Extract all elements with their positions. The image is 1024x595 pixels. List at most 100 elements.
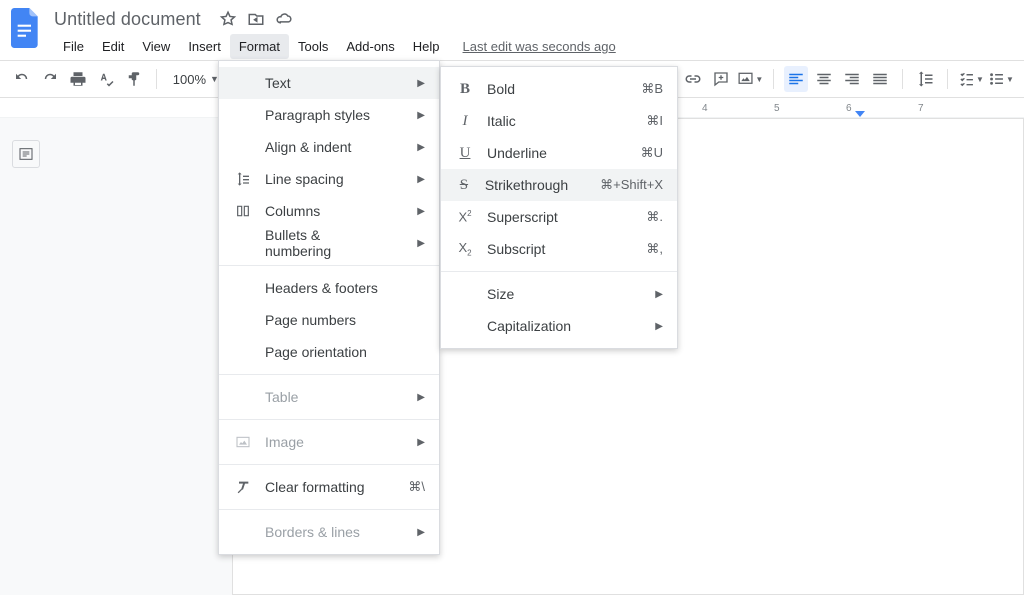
format-item-label: Columns bbox=[265, 203, 385, 219]
bulleted-list-button[interactable]: ▼ bbox=[988, 66, 1014, 92]
last-edit-link[interactable]: Last edit was seconds ago bbox=[463, 39, 616, 54]
submenu-arrow-icon: ▶ bbox=[417, 238, 425, 249]
align-center-button[interactable] bbox=[812, 66, 836, 92]
line-spacing-icon bbox=[233, 171, 253, 187]
format-item-page-orientation[interactable]: Page orientation bbox=[219, 336, 439, 368]
menu-insert[interactable]: Insert bbox=[179, 34, 230, 59]
format-item-separator bbox=[219, 509, 439, 510]
sup-icon: X2 bbox=[455, 209, 475, 224]
text-item-superscript[interactable]: X2 Superscript ⌘. bbox=[441, 201, 677, 233]
align-left-button[interactable] bbox=[784, 66, 808, 92]
submenu-arrow-icon: ▶ bbox=[417, 392, 425, 403]
star-icon[interactable] bbox=[219, 10, 237, 28]
cloud-status-icon[interactable] bbox=[275, 10, 293, 28]
text-item-label: Strikethrough bbox=[485, 177, 568, 193]
text-item-label: Superscript bbox=[487, 209, 614, 225]
text-item-subscript[interactable]: X2Subscript⌘, bbox=[441, 233, 677, 265]
line-spacing-button[interactable] bbox=[913, 66, 937, 92]
format-item-line-spacing[interactable]: Line spacing▶ bbox=[219, 163, 439, 195]
text-item-separator bbox=[441, 271, 677, 272]
text-item-size[interactable]: Size ▶ bbox=[441, 278, 677, 310]
zoom-select[interactable]: 100%▼ bbox=[167, 72, 225, 87]
format-item-text[interactable]: Text ▶ bbox=[219, 67, 439, 99]
add-comment-button[interactable] bbox=[709, 66, 733, 92]
format-item-label: Clear formatting bbox=[265, 479, 376, 495]
sub-icon: X2 bbox=[455, 240, 475, 258]
text-item-italic[interactable]: I Italic ⌘I bbox=[441, 105, 677, 137]
text-item-label: Size bbox=[487, 286, 623, 302]
submenu-arrow-icon: ▶ bbox=[417, 142, 425, 153]
italic-icon: I bbox=[455, 113, 475, 130]
format-item-label: Page numbers bbox=[265, 312, 425, 328]
undo-button[interactable] bbox=[10, 66, 34, 92]
text-item-capitalization[interactable]: Capitalization▶ bbox=[441, 310, 677, 342]
shortcut-label: ⌘B bbox=[641, 81, 663, 97]
shortcut-label: ⌘I bbox=[646, 113, 663, 129]
format-item-label: Borders & lines bbox=[265, 524, 385, 540]
text-item-underline[interactable]: UUnderline⌘U bbox=[441, 137, 677, 169]
zoom-value: 100% bbox=[173, 72, 206, 87]
move-icon[interactable] bbox=[247, 10, 265, 28]
paint-format-button[interactable] bbox=[122, 66, 146, 92]
underline-icon: U bbox=[455, 145, 475, 162]
format-item-align-indent[interactable]: Align & indent ▶ bbox=[219, 131, 439, 163]
shortcut-label: ⌘+Shift+X bbox=[600, 177, 663, 193]
outline-toggle[interactable] bbox=[12, 140, 40, 168]
menu-tools[interactable]: Tools bbox=[289, 34, 337, 59]
format-item-separator bbox=[219, 265, 439, 266]
format-item-borders-lines: Borders & lines ▶ bbox=[219, 516, 439, 548]
format-item-label: Text bbox=[265, 75, 385, 91]
align-justify-button[interactable] bbox=[868, 66, 892, 92]
menu-add-ons[interactable]: Add-ons bbox=[337, 34, 403, 59]
format-item-image: Image ▶ bbox=[219, 426, 439, 458]
format-item-clear-formatting[interactable]: Clear formatting ⌘\ bbox=[219, 471, 439, 503]
clear-format-icon bbox=[233, 479, 253, 495]
document-title[interactable]: Untitled document bbox=[54, 9, 201, 30]
docs-logo[interactable] bbox=[8, 10, 44, 46]
ruler-number: 4 bbox=[702, 103, 708, 114]
spellcheck-button[interactable] bbox=[94, 66, 118, 92]
format-item-columns[interactable]: Columns ▶ bbox=[219, 195, 439, 227]
submenu-arrow-icon: ▶ bbox=[417, 437, 425, 448]
menu-edit[interactable]: Edit bbox=[93, 34, 133, 59]
image-icon bbox=[233, 434, 253, 450]
print-button[interactable] bbox=[66, 66, 90, 92]
ruler-indent-marker[interactable] bbox=[855, 111, 865, 117]
shortcut-label: ⌘, bbox=[646, 241, 663, 257]
format-item-separator bbox=[219, 464, 439, 465]
align-right-button[interactable] bbox=[840, 66, 864, 92]
format-item-label: Image bbox=[265, 434, 385, 450]
menu-view[interactable]: View bbox=[133, 34, 179, 59]
menubar: FileEditViewInsertFormatToolsAdd-onsHelp… bbox=[54, 34, 616, 59]
text-item-strikethrough[interactable]: SStrikethrough⌘+Shift+X bbox=[441, 169, 677, 201]
shortcut-label: ⌘U bbox=[641, 145, 663, 161]
submenu-arrow-icon: ▶ bbox=[655, 289, 663, 300]
bold-icon: B bbox=[455, 81, 475, 98]
insert-link-button[interactable] bbox=[681, 66, 705, 92]
submenu-arrow-icon: ▶ bbox=[417, 527, 425, 538]
menu-help[interactable]: Help bbox=[404, 34, 449, 59]
columns-icon bbox=[233, 203, 253, 219]
submenu-arrow-icon: ▶ bbox=[655, 321, 663, 332]
text-item-label: Italic bbox=[487, 113, 614, 129]
format-menu: Text▶Paragraph styles▶Align & indent▶Lin… bbox=[218, 60, 440, 555]
menu-file[interactable]: File bbox=[54, 34, 93, 59]
format-item-bullets-numbering[interactable]: Bullets & numbering ▶ bbox=[219, 227, 439, 259]
shortcut-label: ⌘\ bbox=[408, 479, 425, 495]
format-item-label: Headers & footers bbox=[265, 280, 425, 296]
submenu-arrow-icon: ▶ bbox=[417, 206, 425, 217]
format-item-label: Bullets & numbering bbox=[265, 227, 385, 259]
checklist-button[interactable]: ▼ bbox=[958, 66, 984, 92]
insert-image-button[interactable]: ▼ bbox=[737, 66, 763, 92]
format-item-paragraph-styles[interactable]: Paragraph styles▶ bbox=[219, 99, 439, 131]
format-item-page-numbers[interactable]: Page numbers bbox=[219, 304, 439, 336]
menu-format[interactable]: Format bbox=[230, 34, 289, 59]
submenu-arrow-icon: ▶ bbox=[417, 110, 425, 121]
format-item-label: Align & indent bbox=[265, 139, 385, 155]
redo-button[interactable] bbox=[38, 66, 62, 92]
text-item-bold[interactable]: BBold⌘B bbox=[441, 73, 677, 105]
shortcut-label: ⌘. bbox=[646, 209, 663, 225]
format-item-headers-footers[interactable]: Headers & footers bbox=[219, 272, 439, 304]
submenu-arrow-icon: ▶ bbox=[417, 78, 425, 89]
ruler-number: 7 bbox=[918, 103, 924, 114]
